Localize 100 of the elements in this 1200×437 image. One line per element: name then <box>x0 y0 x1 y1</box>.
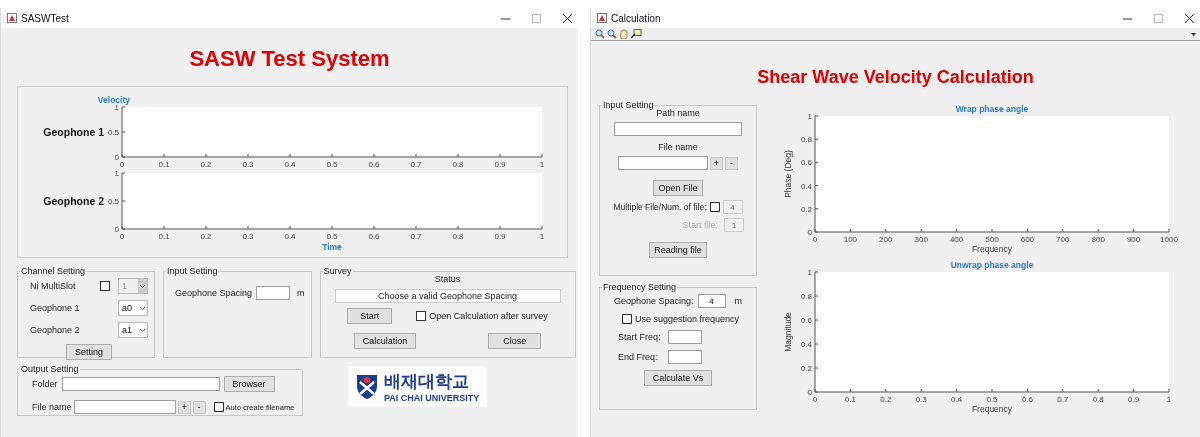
start-button[interactable]: Start <box>347 308 393 324</box>
tick-label: 0.2 <box>200 232 212 241</box>
plus-button[interactable]: + <box>177 400 191 414</box>
plus-button[interactable]: + <box>710 156 723 170</box>
close-icon[interactable] <box>563 13 572 23</box>
input-field[interactable]: 4 <box>697 294 726 308</box>
status-label: Status <box>434 274 461 284</box>
field-label: Geophone 2 <box>30 325 81 335</box>
input-field[interactable] <box>618 156 708 170</box>
logo-text: PAI CHAI UNIVERSITY <box>383 393 480 403</box>
tick-label: 0.6 <box>800 316 812 325</box>
tick-label: 0.5 <box>326 160 338 169</box>
field-label: Path name <box>656 108 700 118</box>
input-field[interactable] <box>668 350 702 364</box>
maximize-icon[interactable] <box>1154 13 1163 23</box>
panel-title: Output Setting <box>20 364 80 374</box>
tick-label: 0.4 <box>800 340 812 349</box>
caret-icon <box>138 279 147 293</box>
tick-label: 0.4 <box>284 232 296 241</box>
panel-title: Channel Setting <box>20 266 87 276</box>
logo-text: 배재대학교 <box>383 370 470 393</box>
close-icon[interactable] <box>1185 13 1194 23</box>
chart-title: Unwrap phase angle <box>950 260 1034 270</box>
tick-label: 600 <box>1020 235 1035 244</box>
dropdown-arrow-icon[interactable] <box>1191 31 1196 37</box>
tick-label: 0.3 <box>242 232 254 241</box>
calculation-button[interactable]: Calculation <box>353 333 417 349</box>
window-title: Calculation <box>611 12 662 24</box>
tick-label: 0.1 <box>158 232 170 241</box>
app-icon <box>597 13 607 23</box>
app-heading: SASW Test System <box>189 46 390 72</box>
window-title: SASWTest <box>21 12 70 24</box>
checkbox[interactable] <box>622 314 632 324</box>
field-label: File name <box>32 402 72 412</box>
axis-label: Time <box>322 242 342 252</box>
tick-label: 0.8 <box>800 135 812 145</box>
data-cursor-icon[interactable] <box>631 29 642 39</box>
status-text: Choose a valid Geophone Spacing <box>334 289 561 303</box>
dropdown[interactable]: a0 <box>118 300 148 316</box>
tick-label: 0 <box>807 228 812 237</box>
field-label: File name <box>658 142 698 152</box>
tick-label: 0.2 <box>800 204 812 214</box>
tick-label: 0.7 <box>1057 395 1069 404</box>
tick-label: 0.5 <box>326 232 338 241</box>
chart-title: Wrap phase angle <box>955 104 1029 114</box>
input-field[interactable] <box>73 400 176 414</box>
tick-label: 0.2 <box>200 160 212 169</box>
tick-label: 0.4 <box>951 395 963 404</box>
checkbox-label: Use suggestion frequency <box>635 314 740 324</box>
tick-label: 0 <box>807 388 812 397</box>
tick-label: 0.9 <box>1128 395 1140 404</box>
chart-title: Velocity <box>97 95 130 105</box>
checkbox[interactable] <box>416 311 427 321</box>
unit-label: m <box>297 288 305 298</box>
tick-label: 0.1 <box>158 160 170 169</box>
tick-label: 0.8 <box>452 160 464 169</box>
zoom-in-icon[interactable] <box>595 29 605 39</box>
browse-button[interactable]: Browser <box>223 376 275 392</box>
input-field[interactable] <box>256 286 291 300</box>
field-label: Start Freq: <box>618 332 662 342</box>
tick-label: 400 <box>949 235 964 244</box>
tick-label: 0.4 <box>800 181 812 191</box>
shield-icon <box>355 373 378 400</box>
tick-label: 0.6 <box>800 158 812 168</box>
tick-label: 0.6 <box>1021 395 1033 404</box>
tick-label: 1 <box>114 169 119 178</box>
field-label: Geophone Spacing: <box>614 296 694 306</box>
reading-file-button[interactable]: Reading file <box>649 242 707 258</box>
dropdown[interactable]: a1 <box>118 322 148 338</box>
tick-label: 1000 <box>1160 235 1178 244</box>
panel-title: Input Setting <box>602 100 655 110</box>
tick-label: 0 <box>119 160 125 169</box>
zoom-out-icon[interactable] <box>607 29 617 39</box>
close-button[interactable]: Close <box>488 333 542 349</box>
input-field[interactable] <box>614 122 742 136</box>
axis-label: Frequency <box>971 244 1013 254</box>
app-heading: Shear Wave Velocity Calculation <box>757 67 1034 88</box>
tick-label: 500 <box>985 235 999 244</box>
maximize-icon[interactable] <box>532 13 541 23</box>
open-file-button[interactable]: Open File <box>653 180 703 196</box>
tick-label: 0.3 <box>242 160 254 169</box>
tick-label: 100 <box>843 235 858 244</box>
tick-label: 1 <box>807 112 812 121</box>
tick-label: 1 <box>539 160 545 169</box>
calculate-button[interactable]: Calculate Vs <box>643 370 713 386</box>
input-field[interactable] <box>668 330 702 344</box>
minus-button[interactable]: - <box>192 400 206 414</box>
tick-label: 1 <box>1166 395 1172 404</box>
input-field[interactable] <box>61 377 220 391</box>
checkbox[interactable] <box>213 402 224 412</box>
tick-label: 700 <box>1056 235 1070 244</box>
setting-button[interactable]: Setting <box>66 344 112 360</box>
tick-label: 0.4 <box>284 160 296 169</box>
tick-label: 0 <box>812 395 818 404</box>
tick-label: 1 <box>114 103 119 112</box>
minus-button[interactable]: - <box>725 156 738 170</box>
field-label: Geophone Spacing <box>175 288 253 298</box>
panel-title: Survey <box>322 266 353 276</box>
unit-label: m <box>734 296 743 306</box>
tick-label: 800 <box>1091 235 1105 244</box>
